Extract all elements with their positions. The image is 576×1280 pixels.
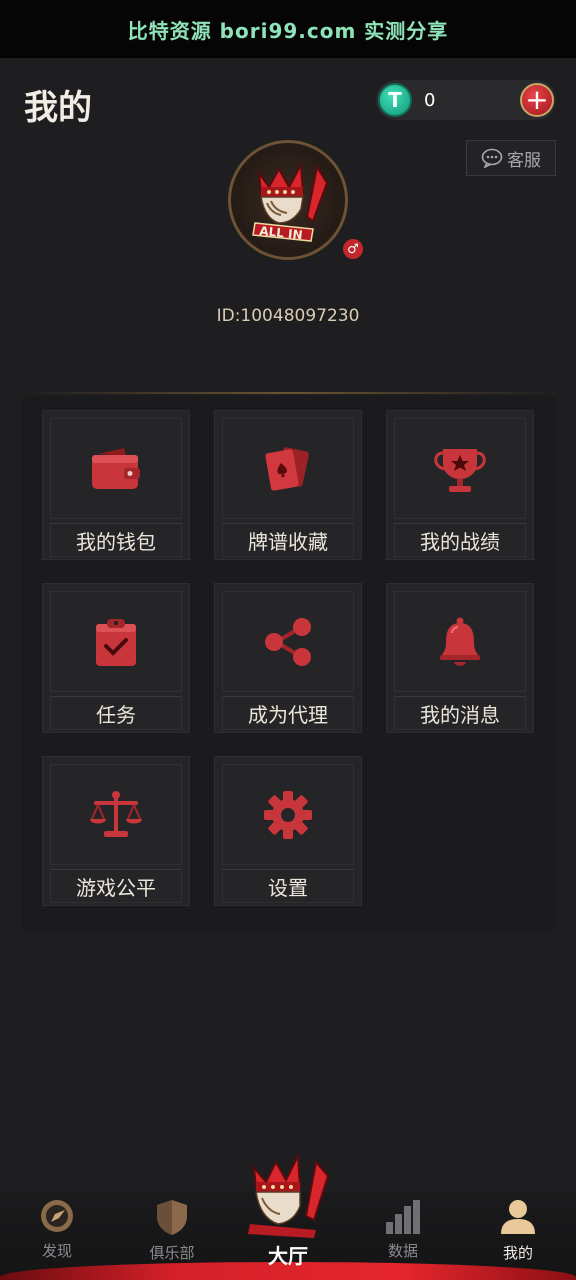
grid-item-label: 我的消息 bbox=[394, 696, 526, 730]
nav-item-data[interactable]: 数据 bbox=[358, 1198, 448, 1268]
grid-item-hand-history[interactable]: 牌谱收藏 bbox=[214, 410, 362, 560]
task-clipboard-icon bbox=[96, 618, 136, 666]
top-banner: 比特资源 bori99.com 实测分享 bbox=[0, 0, 576, 58]
balance-value: 0 bbox=[424, 89, 436, 111]
grid-item-records[interactable]: 我的战绩 bbox=[386, 410, 534, 560]
bell-icon bbox=[440, 617, 480, 666]
nav-item-lobby-label[interactable]: 大厅 bbox=[238, 1240, 338, 1269]
banner-text: 比特资源 bori99.com 实测分享 bbox=[127, 18, 449, 43]
nav-label: 发现 bbox=[41, 1242, 72, 1260]
grid-item-tasks[interactable]: 任务 bbox=[42, 583, 190, 733]
service-label: 客服 bbox=[507, 150, 541, 171]
nav-label: 俱乐部 bbox=[149, 1244, 195, 1262]
bar-chart-icon bbox=[386, 1200, 420, 1234]
grid-item-label: 我的战绩 bbox=[394, 523, 526, 557]
gender-male-icon: ♂ bbox=[341, 237, 365, 261]
grid-item-label: 牌谱收藏 bbox=[222, 523, 354, 557]
person-icon bbox=[501, 1200, 535, 1234]
gear-icon bbox=[264, 790, 312, 839]
wallet-icon bbox=[92, 447, 140, 489]
grid-item-label: 游戏公平 bbox=[50, 869, 182, 903]
shield-icon bbox=[157, 1200, 187, 1235]
compass-icon bbox=[41, 1200, 73, 1232]
grid-item-label: 设置 bbox=[222, 869, 354, 903]
avatar[interactable]: ALL IN bbox=[228, 140, 348, 260]
scales-icon bbox=[90, 790, 142, 837]
divider bbox=[22, 392, 556, 394]
king-mascot-icon: ALL IN bbox=[252, 161, 329, 242]
page-title: 我的 bbox=[24, 88, 92, 128]
chat-bubble-icon bbox=[481, 148, 503, 168]
customer-service-button[interactable]: 客服 bbox=[466, 140, 556, 176]
grid-item-label: 我的钱包 bbox=[50, 523, 182, 557]
svg-text:ALL IN: ALL IN bbox=[259, 224, 303, 242]
nav-item-me[interactable]: 我的 bbox=[473, 1198, 563, 1268]
user-id: ID:10048097230 bbox=[216, 306, 360, 326]
trophy-icon bbox=[434, 448, 486, 492]
grid-item-messages[interactable]: 我的消息 bbox=[386, 583, 534, 733]
grid-item-fairness[interactable]: 游戏公平 bbox=[42, 756, 190, 906]
coin-icon: T bbox=[378, 83, 412, 117]
menu-grid: 我的钱包 牌谱收藏 我的战绩 任务 成为代理 我的消息 游戏公平 设置 bbox=[22, 396, 556, 930]
nav-label: 数据 bbox=[387, 1242, 418, 1260]
grid-item-agent[interactable]: 成为代理 bbox=[214, 583, 362, 733]
balance-bar: T 0 + bbox=[376, 80, 556, 120]
nav-item-discover[interactable]: 发现 bbox=[12, 1198, 102, 1268]
add-balance-button[interactable]: + bbox=[520, 83, 554, 117]
nav-item-club[interactable]: 俱乐部 bbox=[127, 1198, 217, 1268]
grid-item-wallet[interactable]: 我的钱包 bbox=[42, 410, 190, 560]
grid-item-label: 任务 bbox=[50, 696, 182, 730]
nav-label: 我的 bbox=[502, 1244, 533, 1262]
grid-item-label: 成为代理 bbox=[222, 696, 354, 730]
lobby-mascot-icon[interactable] bbox=[246, 1146, 336, 1238]
grid-item-settings[interactable]: 设置 bbox=[214, 756, 362, 906]
cards-icon bbox=[265, 446, 309, 491]
share-icon bbox=[265, 617, 311, 666]
